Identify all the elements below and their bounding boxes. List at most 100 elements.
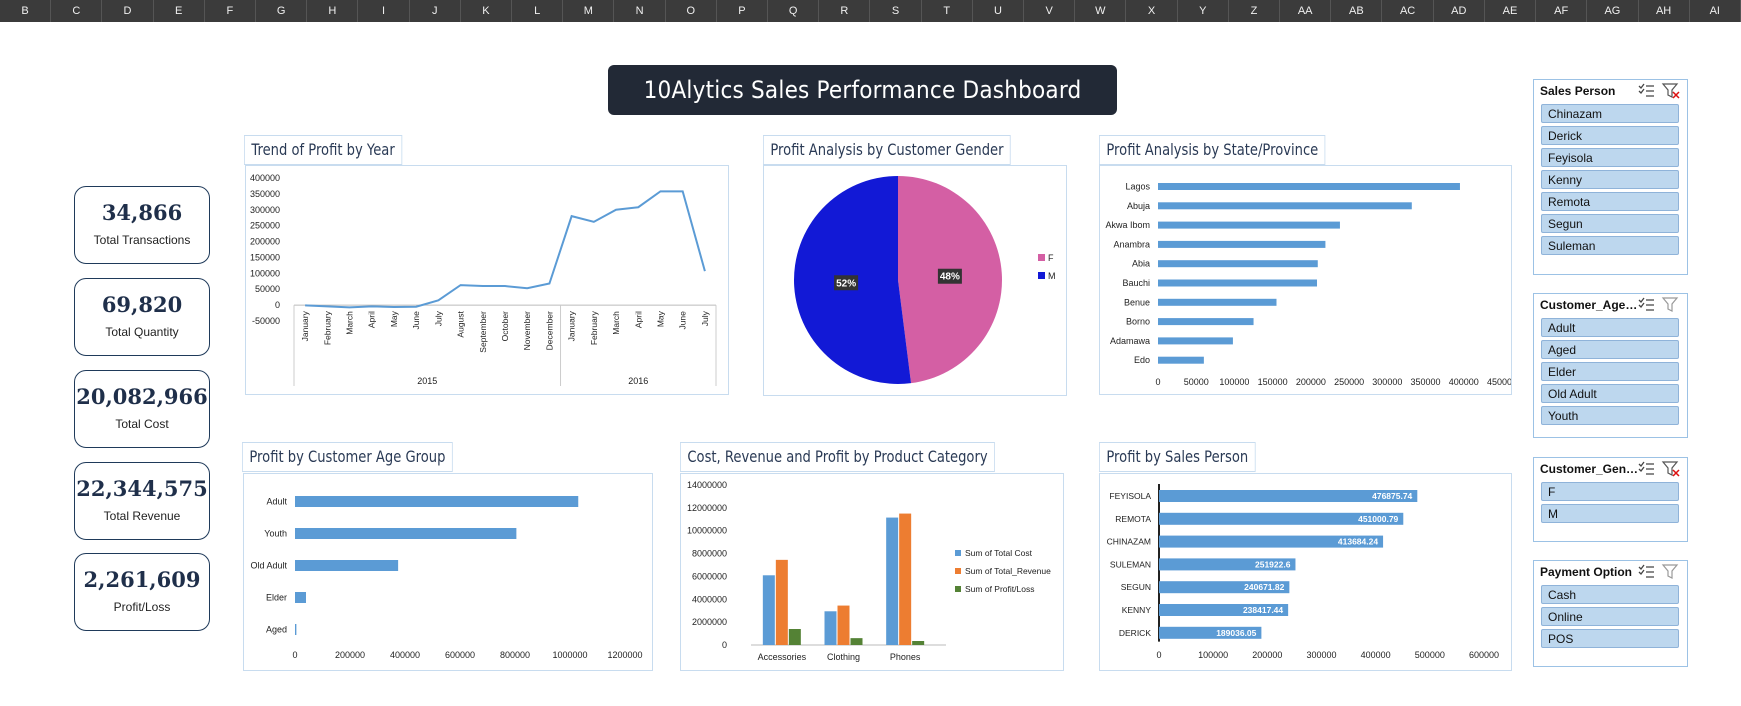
slicer-item-chinazam[interactable]: Chinazam — [1541, 104, 1679, 123]
column-header[interactable]: W — [1075, 0, 1127, 22]
slicer-payment-option[interactable]: Payment Option Cash Online POS — [1533, 560, 1688, 667]
kpi-total-cost[interactable]: 20,082,966 Total Cost — [74, 370, 210, 448]
slicer-title: Customer_Gender — [1540, 462, 1640, 476]
column-header[interactable]: M — [563, 0, 615, 22]
multi-select-icon[interactable] — [1638, 461, 1654, 475]
column-header[interactable]: AA — [1280, 0, 1332, 22]
column-header[interactable]: Q — [768, 0, 820, 22]
column-bar — [899, 513, 912, 645]
column-header[interactable]: N — [614, 0, 666, 22]
slicer-item-old-adult[interactable]: Old Adult — [1541, 384, 1679, 403]
y-category-label: Adamawa — [1110, 336, 1150, 346]
slicer-item-aged[interactable]: Aged — [1541, 340, 1679, 359]
column-header[interactable]: AF — [1536, 0, 1588, 22]
multi-select-icon[interactable] — [1638, 297, 1654, 311]
column-header[interactable]: D — [102, 0, 154, 22]
column-header[interactable]: E — [154, 0, 205, 22]
slicer-item-kenny[interactable]: Kenny — [1541, 170, 1679, 189]
column-header[interactable]: AH — [1639, 0, 1690, 22]
column-header[interactable]: U — [973, 0, 1025, 22]
column-header[interactable]: AB — [1331, 0, 1383, 22]
column-header[interactable]: B — [0, 0, 52, 22]
column-header[interactable]: P — [717, 0, 769, 22]
slicer-item-online[interactable]: Online — [1541, 607, 1679, 626]
chart-category[interactable]: 14000000 12000000 10000000 8000000 6000000 40… — [680, 473, 1064, 671]
state-chart-title: Profit Analysis by State/Province — [1099, 135, 1326, 165]
column-bar — [788, 629, 801, 645]
chart-state-profit[interactable]: 0 50000 100000 150000 200000 250000 300000 3500… — [1099, 165, 1517, 395]
slicer-item-youth[interactable]: Youth — [1541, 406, 1679, 425]
column-header[interactable]: S — [870, 0, 922, 22]
slicer-item-elder[interactable]: Elder — [1541, 362, 1679, 381]
column-header[interactable]: AC — [1382, 0, 1434, 22]
y-tick-label: 0 — [722, 640, 727, 650]
slicer-item-m[interactable]: M — [1541, 504, 1679, 523]
chart-trend-profit[interactable]: 400000 350000 300000 250000 200000 150000 1000… — [245, 165, 729, 395]
x-tick-label: 600000 — [445, 650, 475, 660]
column-header[interactable]: R — [819, 0, 871, 22]
filter-icon[interactable] — [1661, 297, 1679, 312]
bar-data-label: 413684.24 — [1338, 537, 1378, 547]
column-header[interactable]: K — [461, 0, 513, 22]
filter-icon[interactable] — [1661, 564, 1679, 579]
clear-filter-icon[interactable] — [1661, 461, 1680, 477]
kpi-total-transactions[interactable]: 34,866 Total Transactions — [74, 186, 210, 264]
column-header[interactable]: F — [205, 0, 257, 22]
slicer-header: Sales Person — [1534, 80, 1687, 104]
kpi-label: Total Revenue — [103, 509, 181, 523]
column-header[interactable]: Z — [1229, 0, 1281, 22]
slicer-item-cash[interactable]: Cash — [1541, 585, 1679, 604]
multi-select-icon[interactable] — [1638, 83, 1654, 97]
chart-age-profit[interactable]: 0 200000 400000 600000 800000 1000000 1200000 A… — [243, 473, 653, 671]
slicer-item-remota[interactable]: Remota — [1541, 192, 1679, 211]
column-header[interactable]: H — [307, 0, 359, 22]
slicer-item-pos[interactable]: POS — [1541, 629, 1679, 648]
slicer-item-f[interactable]: F — [1541, 482, 1679, 501]
kpi-total-revenue[interactable]: 22,344,575 Total Revenue — [74, 462, 210, 540]
slicer-sales-person[interactable]: Sales Person Chinazam Derick Feyisola Ke… — [1533, 79, 1688, 275]
column-header[interactable]: G — [256, 0, 308, 22]
x-category-label: Clothing — [827, 652, 860, 662]
column-header[interactable]: X — [1126, 0, 1178, 22]
bar — [1158, 260, 1318, 268]
column-header[interactable]: T — [922, 0, 973, 22]
column-header[interactable]: V — [1024, 0, 1076, 22]
slicer-item-feyisola[interactable]: Feyisola — [1541, 148, 1679, 167]
kpi-profit-loss[interactable]: 2,261,609 Profit/Loss — [74, 553, 210, 631]
column-header[interactable]: AE — [1485, 0, 1537, 22]
kpi-value: 2,261,609 — [83, 567, 201, 592]
column-header[interactable]: C — [51, 0, 103, 22]
y-category-label: Edo — [1134, 355, 1150, 365]
y-tick-label: 10000000 — [687, 526, 727, 536]
y-category-label: Benue — [1124, 297, 1150, 307]
slicer-customer-gender[interactable]: Customer_Gender F M — [1533, 457, 1688, 542]
clear-filter-icon[interactable] — [1661, 83, 1680, 99]
y-category-label: Aged — [266, 625, 287, 635]
column-header[interactable]: I — [358, 0, 410, 22]
chart-gender-profit[interactable]: 48% 52% F M — [763, 165, 1067, 396]
y-category-label: Borno — [1126, 317, 1150, 327]
kpi-total-quantity[interactable]: 69,820 Total Quantity — [74, 278, 210, 356]
y-category-label: Bauchi — [1122, 278, 1150, 288]
slicer-item-suleman[interactable]: Suleman — [1541, 236, 1679, 255]
y-category-label: CHINAZAM — [1107, 537, 1151, 547]
column-header[interactable]: J — [410, 0, 461, 22]
slicer-customer-age-group[interactable]: Customer_Age_G... Adult Aged Elder Old A… — [1533, 293, 1688, 438]
column-header[interactable]: AG — [1587, 0, 1639, 22]
x-tick-label: November — [522, 311, 532, 350]
column-header[interactable]: O — [666, 0, 717, 22]
y-tick-label: 12000000 — [687, 503, 727, 513]
y-tick-label: 4000000 — [692, 594, 727, 604]
slicer-item-adult[interactable]: Adult — [1541, 318, 1679, 337]
column-header[interactable]: AD — [1434, 0, 1485, 22]
slicer-item-derick[interactable]: Derick — [1541, 126, 1679, 145]
slicer-item-segun[interactable]: Segun — [1541, 214, 1679, 233]
column-header[interactable]: L — [512, 0, 564, 22]
multi-select-icon[interactable] — [1638, 564, 1654, 578]
column-header[interactable]: Y — [1178, 0, 1229, 22]
y-category-label: Elder — [266, 593, 287, 603]
column-header[interactable]: AI — [1690, 0, 1741, 22]
x-tick-label: 400000 — [1449, 377, 1479, 387]
chart-salesperson-profit[interactable]: 0 100000 200000 300000 400000 500000 600000 FEY… — [1099, 473, 1512, 671]
x-tick-label: 300000 — [1306, 650, 1336, 660]
